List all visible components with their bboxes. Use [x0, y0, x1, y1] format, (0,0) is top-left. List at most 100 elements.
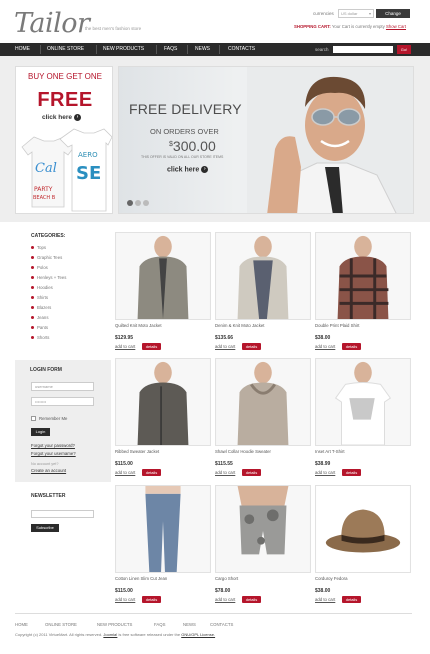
nav-divider [156, 45, 157, 54]
free-delivery-banner[interactable]: FREE DELIVERY ON ORDERS OVER $300.00 THI… [118, 66, 414, 214]
footer-nav-online-store[interactable]: ONLINE STORE [45, 622, 77, 627]
product-image[interactable] [115, 232, 211, 320]
category-shorts[interactable]: Shorts [31, 335, 49, 340]
forgot-password-link[interactable]: Forgot your password? [31, 443, 75, 448]
footer-nav-news[interactable]: NEWS [183, 622, 196, 627]
product-name[interactable]: Quilted Knit Moto Jacket [115, 323, 162, 328]
product-name[interactable]: Shawl Collar Hoodie Sweater [215, 449, 271, 454]
category-henleys-tees[interactable]: Henleys + Tees [31, 275, 66, 280]
nav-divider [96, 45, 97, 54]
category-tops[interactable]: Tops [31, 245, 46, 250]
add-to-cart-link[interactable]: add to cart [115, 597, 135, 602]
details-button[interactable]: details [242, 343, 261, 350]
delivery-click-link[interactable]: click here › [167, 166, 209, 173]
add-to-cart-link[interactable]: add to cart [315, 470, 335, 475]
slider-dot[interactable] [127, 200, 133, 206]
nav-home[interactable]: HOME [15, 43, 30, 56]
details-button[interactable]: details [342, 469, 361, 476]
search-button[interactable]: Go! [397, 45, 411, 54]
add-to-cart-link[interactable]: add to cart [215, 597, 235, 602]
bogo-click-link[interactable]: click here › [42, 114, 81, 121]
product-image[interactable] [315, 232, 411, 320]
show-cart-link[interactable]: Show Cart [386, 24, 406, 29]
footer-nav-contacts[interactable]: CONTACTS [210, 622, 233, 627]
joomla-link[interactable]: Joomla! [103, 632, 117, 637]
category-graphic-tees[interactable]: Graphic Tees [31, 255, 62, 260]
delivery-note: THIS OFFER IS VALID ON ALL OUR STORE ITE… [141, 155, 224, 159]
site-logo[interactable]: Tailor [14, 8, 90, 39]
details-button[interactable]: details [142, 596, 161, 603]
add-to-cart-link[interactable]: add to cart [215, 470, 235, 475]
product-name[interactable]: Corduroy Fedora [315, 576, 347, 581]
newsletter-email-input[interactable] [31, 510, 94, 518]
category-pants[interactable]: Pants [31, 325, 48, 330]
product-name[interactable]: Double Print Plaid Shirt [315, 323, 359, 328]
product-name[interactable]: Cotton Linen Slim Cut Jean [115, 576, 167, 581]
nav-contacts[interactable]: CONTACTS [228, 43, 255, 56]
login-title: LOGIN FORM [30, 367, 62, 373]
currency-select[interactable]: US dollar ▾ [338, 9, 374, 18]
details-button[interactable]: details [142, 469, 161, 476]
category-blazers[interactable]: Blazers [31, 305, 51, 310]
details-button[interactable]: details [242, 596, 261, 603]
nav-news[interactable]: NEWS [195, 43, 210, 56]
login-button[interactable]: Login [31, 428, 50, 436]
category-polos[interactable]: Polos [31, 265, 48, 270]
product-image[interactable] [315, 485, 411, 573]
add-to-cart-link[interactable]: add to cart [115, 470, 135, 475]
details-button[interactable]: details [142, 343, 161, 350]
bullet-icon [31, 266, 34, 270]
subscribe-button[interactable]: Subscribe [31, 524, 59, 532]
details-button[interactable]: details [342, 343, 361, 350]
product-name[interactable]: Ribbed Sweater Jacket [115, 449, 159, 454]
product-image[interactable] [115, 358, 211, 446]
delivery-amount: 300.00 [172, 138, 216, 154]
copyright-mid-text: is free software released under the [118, 632, 181, 637]
license-link[interactable]: GNU/GPL License. [181, 632, 215, 637]
shirt-text-cal: Cal [35, 161, 57, 176]
add-to-cart-link[interactable]: add to cart [215, 344, 235, 349]
slider-dot[interactable] [143, 200, 149, 206]
bullet-icon [31, 286, 34, 290]
search-input[interactable] [333, 46, 393, 53]
product-image[interactable] [215, 232, 311, 320]
product-image[interactable] [315, 358, 411, 446]
footer-nav-faqs[interactable]: FAQS [154, 622, 165, 627]
product-name[interactable]: Denim & Knit Moto Jacket [215, 323, 264, 328]
create-account-link[interactable]: Create an account [31, 468, 66, 473]
no-account-text: No account yet? [31, 462, 59, 466]
footer-divider [15, 613, 412, 614]
password-field[interactable]: •••••••• [31, 397, 94, 406]
nav-divider [187, 45, 188, 54]
bullet-icon [31, 336, 34, 340]
details-button[interactable]: details [242, 469, 261, 476]
footer-nav-home[interactable]: HOME [15, 622, 28, 627]
username-field[interactable]: username [31, 382, 94, 391]
slider-dot[interactable] [135, 200, 141, 206]
add-to-cart-link[interactable]: add to cart [315, 597, 335, 602]
add-to-cart-link[interactable]: add to cart [115, 344, 135, 349]
bullet-icon [31, 326, 34, 330]
nav-online-store[interactable]: ONLINE STORE [47, 43, 84, 56]
product-image[interactable] [215, 485, 311, 573]
bogo-promo-banner[interactable]: BUY ONE GET ONE FREE click here › Cal PAR… [15, 66, 113, 214]
change-currency-button[interactable]: Change [376, 9, 410, 18]
product-price: $38.99 [315, 461, 331, 467]
product-name[interactable]: Cargo Short [215, 576, 238, 581]
category-shirts[interactable]: Shirts [31, 295, 48, 300]
nav-faqs[interactable]: FAQS [164, 43, 177, 56]
product-image[interactable] [115, 485, 211, 573]
remember-label: Remember Me [39, 416, 68, 421]
add-to-cart-link[interactable]: add to cart [315, 344, 335, 349]
category-hoodies[interactable]: Hoodies [31, 285, 53, 290]
product-name[interactable]: Inset Art T-Shirt [315, 449, 345, 454]
nav-new-products[interactable]: NEW PRODUCTS [103, 43, 144, 56]
bullet-icon [31, 276, 34, 280]
product-image[interactable] [215, 358, 311, 446]
footer-nav-new-products[interactable]: NEW PRODUCTS [97, 622, 132, 627]
details-button[interactable]: details [342, 596, 361, 603]
remember-checkbox[interactable] [31, 416, 36, 421]
main-nav: HOME ONLINE STORE NEW PRODUCTS FAQS NEWS… [0, 43, 430, 56]
forgot-username-link[interactable]: Forgot your username? [31, 451, 76, 456]
category-jeans[interactable]: Jeans [31, 315, 48, 320]
